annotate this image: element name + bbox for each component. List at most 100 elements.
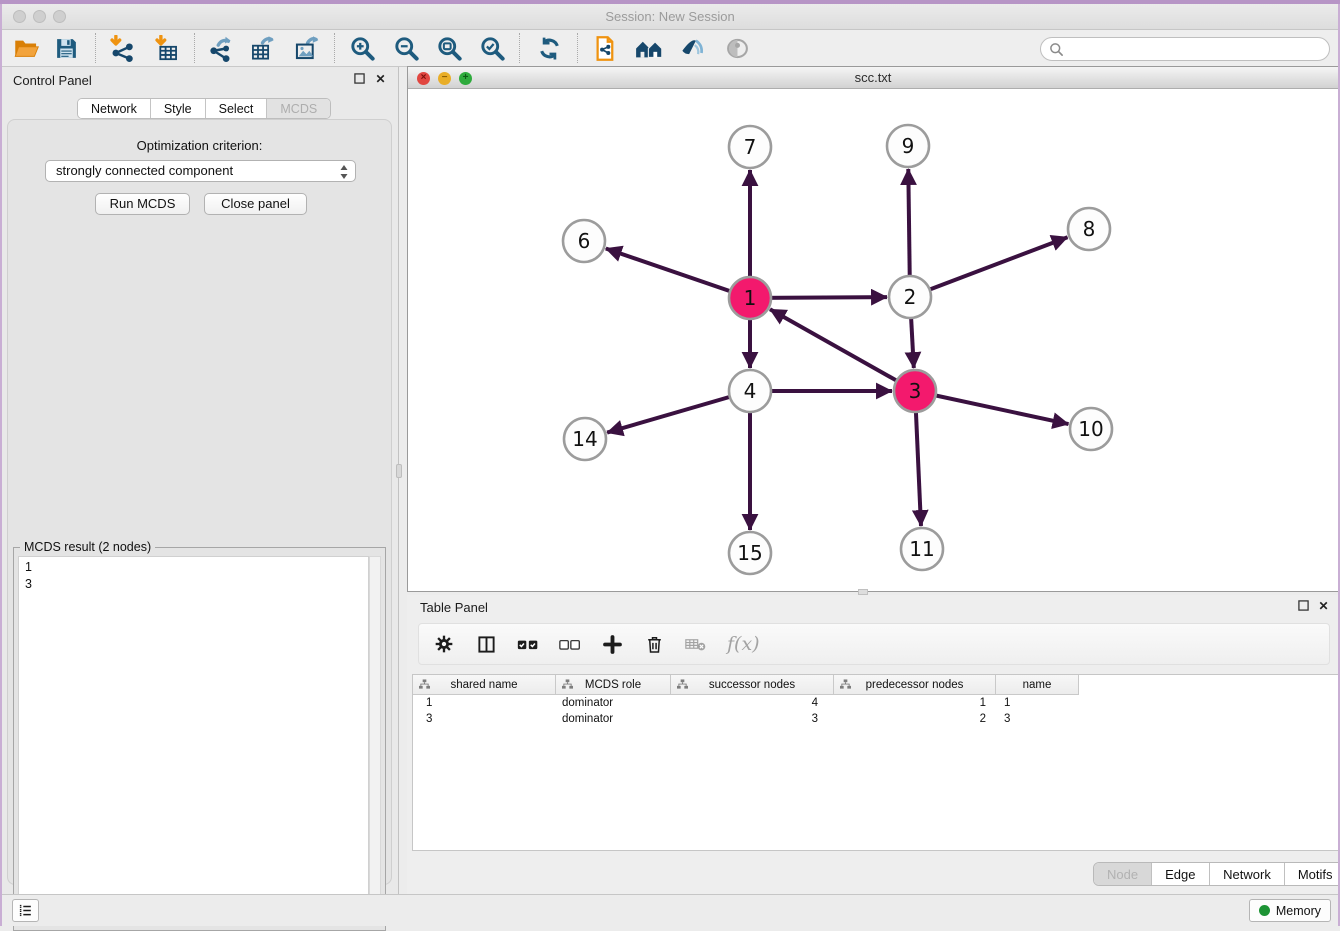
optimization-criterion-value: strongly connected component: [56, 163, 233, 178]
close-panel-button[interactable]: Close panel: [204, 193, 307, 215]
table-panel-tabs: Node TableEdge TableNetwork TableMotifs: [1093, 862, 1340, 886]
svg-text:14: 14: [572, 427, 597, 451]
close-window-button[interactable]: [13, 10, 26, 23]
edge-3-1[interactable]: [770, 309, 915, 391]
float-table-panel-icon[interactable]: [1297, 600, 1310, 613]
open-session-icon[interactable]: [8, 32, 44, 65]
table-cell[interactable]: 3: [671, 711, 834, 727]
graph-node-10[interactable]: 10: [1070, 408, 1112, 450]
table-cell[interactable]: 3: [996, 711, 1079, 727]
graph-node-4[interactable]: 4: [729, 370, 771, 412]
column-header-name[interactable]: name: [996, 675, 1079, 695]
graph-node-15[interactable]: 15: [729, 532, 771, 574]
close-table-panel-icon[interactable]: ✕: [1317, 600, 1330, 613]
export-image-icon[interactable]: [288, 32, 324, 65]
export-network-icon[interactable]: [202, 32, 238, 65]
graph-node-14[interactable]: 14: [564, 418, 606, 460]
tab-motifs[interactable]: Motifs: [1285, 863, 1340, 885]
table-cell[interactable]: dominator: [556, 711, 671, 727]
export-table-icon[interactable]: [244, 32, 280, 65]
table-cell[interactable]: 4: [671, 695, 834, 711]
table-cell[interactable]: 1: [834, 695, 996, 711]
network-graph[interactable]: 7 9 6 8 1 2 4 3 14 10 15 11: [408, 89, 1338, 591]
graph-node-11[interactable]: 11: [901, 528, 943, 570]
apply-layout-icon[interactable]: [531, 32, 567, 65]
column-header-MCDS-role[interactable]: MCDS role: [556, 675, 671, 695]
tab-mcds[interactable]: MCDS: [267, 99, 330, 118]
column-header-shared-name[interactable]: shared name: [413, 675, 556, 695]
network-view-window: × − + scc.txt 7 9 6 8 1 2 4 3 14 10 15 11: [407, 66, 1339, 592]
zoom-in-icon[interactable]: [344, 32, 380, 65]
select-all-icon[interactable]: [517, 633, 539, 655]
memory-button[interactable]: Memory: [1249, 899, 1331, 922]
table-settings-gear-icon[interactable]: [433, 633, 455, 655]
table-row[interactable]: 1dominator411: [413, 695, 1338, 711]
maximize-window-button[interactable]: [53, 10, 66, 23]
graph-node-2[interactable]: 2: [889, 276, 931, 318]
search-input[interactable]: [1064, 42, 1304, 56]
save-session-icon[interactable]: [48, 32, 84, 65]
result-scrollbar[interactable]: [369, 556, 381, 926]
import-network-icon[interactable]: [103, 32, 139, 65]
zoom-fit-icon[interactable]: [431, 32, 467, 65]
tab-network[interactable]: Network: [78, 99, 151, 118]
graph-node-3[interactable]: 3: [894, 370, 936, 412]
clone-network-icon[interactable]: [587, 32, 623, 65]
zoom-selected-icon[interactable]: [474, 32, 510, 65]
maximize-network-icon[interactable]: +: [459, 72, 472, 85]
add-column-icon[interactable]: [601, 633, 623, 655]
optimization-criterion-select[interactable]: strongly connected component: [45, 160, 356, 182]
float-panel-icon[interactable]: [353, 73, 366, 86]
import-table-icon[interactable]: [148, 32, 184, 65]
svg-text:15: 15: [737, 541, 762, 565]
graph-node-9[interactable]: 9: [887, 125, 929, 167]
table-row[interactable]: 3dominator323: [413, 711, 1338, 727]
edge-2-8[interactable]: [910, 237, 1068, 297]
network-canvas[interactable]: 7 9 6 8 1 2 4 3 14 10 15 11: [408, 89, 1338, 591]
tab-node-table[interactable]: Node Table: [1094, 863, 1152, 885]
show-columns-icon[interactable]: [475, 633, 497, 655]
table-cell[interactable]: 3: [413, 711, 556, 727]
table-cell[interactable]: dominator: [556, 695, 671, 711]
task-manager-button[interactable]: [12, 899, 39, 922]
toolbar-separator: [95, 33, 96, 63]
unselect-all-icon[interactable]: [559, 633, 581, 655]
edge-4-14[interactable]: [607, 391, 750, 433]
edge-1-6[interactable]: [606, 249, 750, 299]
horizontal-splitter-handle[interactable]: [858, 589, 868, 595]
mcds-result-item: 1: [25, 559, 362, 576]
svg-text:10: 10: [1078, 417, 1103, 441]
node-table[interactable]: shared nameMCDS rolesuccessor nodesprede…: [412, 674, 1339, 851]
style-brush-icon[interactable]: [674, 32, 710, 65]
close-network-icon[interactable]: ×: [417, 72, 430, 85]
tab-edge-table[interactable]: Edge Table: [1152, 863, 1210, 885]
edge-3-10[interactable]: [915, 391, 1069, 424]
mcds-result-list[interactable]: 13: [18, 556, 369, 926]
graph-node-7[interactable]: 7: [729, 126, 771, 168]
network-window-titlebar[interactable]: × − + scc.txt: [408, 67, 1338, 89]
delete-column-icon[interactable]: [643, 633, 665, 655]
graph-node-1[interactable]: 1: [729, 277, 771, 319]
minimize-window-button[interactable]: [33, 10, 46, 23]
graph-node-8[interactable]: 8: [1068, 208, 1110, 250]
network-overview-icon[interactable]: [631, 32, 667, 65]
show-graphics-icon[interactable]: [719, 32, 755, 65]
title-bar: Session: New Session: [0, 4, 1340, 30]
svg-text:9: 9: [902, 134, 915, 158]
close-panel-icon[interactable]: ✕: [374, 73, 387, 86]
table-cell[interactable]: 1: [996, 695, 1079, 711]
zoom-out-icon[interactable]: [388, 32, 424, 65]
tab-style[interactable]: Style: [151, 99, 206, 118]
tab-select[interactable]: Select: [206, 99, 268, 118]
minimize-network-icon[interactable]: −: [438, 72, 451, 85]
table-cell[interactable]: 1: [413, 695, 556, 711]
svg-text:7: 7: [744, 135, 757, 159]
run-mcds-button[interactable]: Run MCDS: [95, 193, 190, 215]
sort-icon: [677, 679, 688, 693]
column-header-predecessor-nodes[interactable]: predecessor nodes: [834, 675, 996, 695]
tab-network-table[interactable]: Network Table: [1210, 863, 1285, 885]
table-cell[interactable]: 2: [834, 711, 996, 727]
graph-node-6[interactable]: 6: [563, 220, 605, 262]
column-header-successor-nodes[interactable]: successor nodes: [671, 675, 834, 695]
vertical-splitter-handle[interactable]: [396, 464, 402, 478]
